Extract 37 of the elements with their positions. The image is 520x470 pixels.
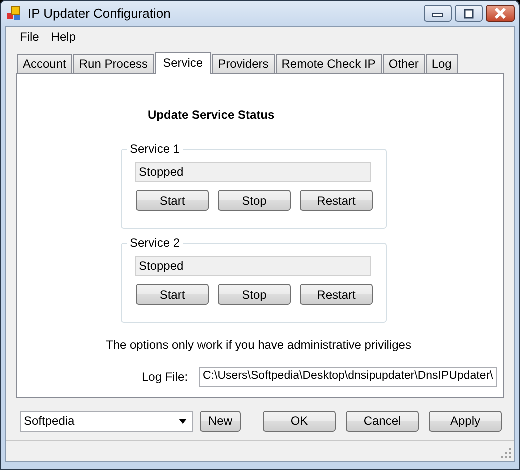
section-heading: Update Service Status: [148, 108, 276, 122]
tab[interactable]: Account: [17, 54, 72, 73]
new-button[interactable]: New: [200, 410, 241, 432]
profile-dropdown[interactable]: Softpedia: [20, 410, 193, 432]
close-button[interactable]: [486, 5, 515, 22]
tab[interactable]: Log: [426, 54, 458, 73]
tab[interactable]: Run Process: [73, 54, 154, 73]
service-button[interactable]: Restart: [300, 190, 373, 211]
status-field: Stopped: [135, 162, 371, 182]
service-button[interactable]: Start: [136, 190, 209, 211]
tab[interactable]: Service: [155, 52, 212, 74]
dialog-button[interactable]: Apply: [429, 410, 502, 432]
window-title: IP Updater Configuration: [28, 6, 172, 21]
status-field: Stopped: [135, 256, 371, 276]
admin-note: The options only work if you have administrative priviliges: [106, 338, 412, 352]
caret-icon: [179, 418, 187, 424]
service-button[interactable]: Start: [136, 284, 209, 305]
group-label: Service 2: [130, 236, 180, 250]
dialog-button[interactable]: OK: [263, 410, 336, 432]
resize-grip-icon: [501, 448, 512, 459]
log-file-field[interactable]: C:\Users\Softpedia\Desktop\dnsipupdater\DnsIPUpdater\: [199, 367, 498, 387]
tab[interactable]: Other: [382, 54, 425, 73]
group-label: Service 1: [130, 142, 180, 156]
service-button[interactable]: Stop: [218, 190, 291, 211]
log-file-label: Log File:: [142, 370, 188, 384]
service-button[interactable]: Restart: [300, 284, 373, 305]
tab[interactable]: Providers: [212, 54, 275, 73]
minimize-button[interactable]: [424, 5, 452, 22]
app-icon: [6, 6, 22, 22]
tab[interactable]: Remote Check IP: [276, 54, 382, 73]
menu-item[interactable]: File: [14, 30, 46, 44]
maximize-button[interactable]: [455, 5, 483, 22]
dialog-button[interactable]: Cancel: [346, 410, 419, 432]
menu-item[interactable]: Help: [45, 30, 82, 44]
close-icon: [494, 8, 507, 19]
service-button[interactable]: Stop: [218, 284, 291, 305]
maximize-icon: [463, 8, 475, 18]
